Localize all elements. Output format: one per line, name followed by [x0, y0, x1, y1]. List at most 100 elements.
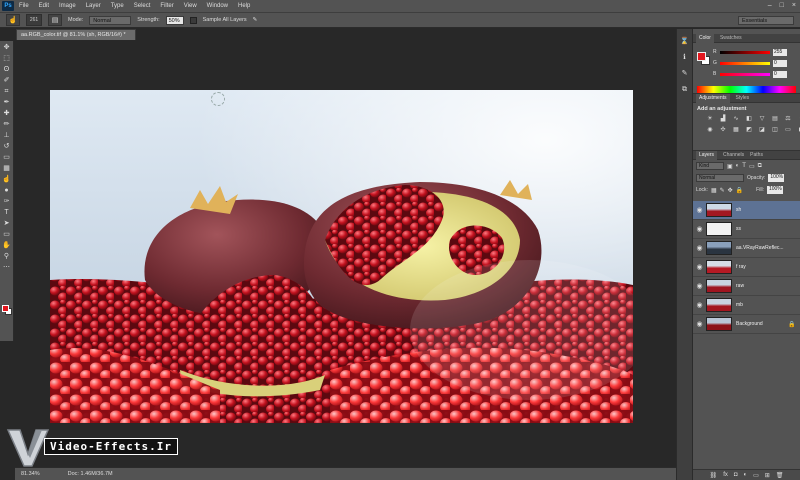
brush-panel-toggle-icon[interactable]: ▤ — [48, 14, 62, 26]
exposure-icon[interactable]: ◧ — [744, 115, 754, 124]
green-slider[interactable] — [720, 61, 770, 65]
visibility-eye-icon[interactable]: ◉ — [693, 282, 706, 290]
selective-color-icon[interactable]: ◼ — [796, 126, 800, 135]
tab-color[interactable]: Color — [696, 33, 714, 43]
opacity-input[interactable]: 100% — [768, 174, 785, 182]
workspace-select[interactable]: Essentials — [738, 16, 794, 25]
menu-edit[interactable]: Edit — [34, 0, 54, 12]
layer-row[interactable]: ◉ ss — [693, 220, 800, 239]
filter-smart-icon[interactable]: ⧉ — [758, 163, 762, 170]
curves-icon[interactable]: ∿ — [731, 115, 741, 124]
levels-icon[interactable]: ▟ — [718, 115, 728, 124]
lock-position-icon[interactable]: ✥ — [728, 187, 733, 194]
zoom-level[interactable]: 81.34% — [21, 471, 40, 477]
hue-saturation-icon[interactable]: ▤ — [770, 115, 780, 124]
smudge-icon[interactable]: ☝ — [6, 14, 20, 26]
tab-swatches[interactable]: Swatches — [720, 34, 742, 43]
history-panel-icon[interactable]: ⌛ — [679, 37, 690, 47]
color-balance-icon[interactable]: ⚖ — [783, 115, 793, 124]
visibility-eye-icon[interactable]: ◉ — [693, 225, 706, 233]
link-layers-icon[interactable]: ⛓ — [710, 472, 718, 479]
blue-value-input[interactable]: 0 — [773, 70, 787, 78]
red-slider[interactable] — [720, 50, 770, 54]
quick-select-tool-icon[interactable]: ✐ — [2, 76, 12, 86]
smudge-tool-icon[interactable]: ☝ — [2, 175, 12, 185]
color-spectrum-bar[interactable] — [697, 86, 796, 93]
hand-tool-icon[interactable]: ✋ — [2, 241, 12, 251]
brush-tool-icon[interactable]: ✏ — [2, 120, 12, 130]
add-mask-icon[interactable]: ◘ — [734, 472, 738, 478]
eyedropper-tool-icon[interactable]: ✒ — [2, 98, 12, 108]
tab-adjustments[interactable]: Adjustments — [696, 93, 730, 103]
posterize-icon[interactable]: ◪ — [757, 126, 767, 135]
brush-panel-icon[interactable]: ✎ — [679, 69, 690, 79]
menu-window[interactable]: Window — [202, 0, 233, 12]
pen-tool-icon[interactable]: ✑ — [2, 197, 12, 207]
color-lookup-icon[interactable]: ▦ — [731, 126, 741, 135]
black-white-icon[interactable]: ◑ — [796, 115, 800, 124]
blend-mode-select[interactable]: Normal — [696, 174, 744, 182]
filter-pixel-icon[interactable]: ▣ — [727, 163, 733, 170]
tab-channels[interactable]: Channels — [723, 151, 744, 160]
new-group-icon[interactable]: ▭ — [753, 472, 759, 479]
channel-mixer-icon[interactable]: ✣ — [718, 126, 728, 135]
brightness-contrast-icon[interactable]: ☀ — [705, 115, 715, 124]
filter-adjustment-icon[interactable]: ◐ — [736, 163, 740, 169]
document-tab[interactable]: aa.RGB_color.tif @ 81.1% (sh, RGB/16#) * — [16, 29, 136, 40]
visibility-eye-icon[interactable]: ◉ — [693, 206, 706, 214]
filter-type-icon[interactable]: T — [742, 163, 746, 169]
path-select-tool-icon[interactable]: ➤ — [2, 219, 12, 229]
fill-input[interactable]: 100% — [766, 186, 783, 194]
menu-type[interactable]: Type — [106, 0, 129, 12]
crop-tool-icon[interactable]: ⌗ — [2, 87, 12, 97]
menu-filter[interactable]: Filter — [155, 0, 178, 12]
eraser-tool-icon[interactable]: ▭ — [2, 153, 12, 163]
menu-layer[interactable]: Layer — [81, 0, 106, 12]
document-canvas[interactable] — [50, 90, 633, 423]
tab-styles[interactable]: Styles — [736, 94, 750, 103]
type-tool-icon[interactable]: T — [2, 208, 12, 218]
lock-pixels-icon[interactable]: ✎ — [720, 187, 725, 194]
blue-slider[interactable] — [720, 72, 770, 76]
strength-input[interactable]: 50% — [165, 15, 184, 25]
dodge-tool-icon[interactable]: ● — [2, 186, 12, 196]
photo-filter-icon[interactable]: ◉ — [705, 126, 715, 135]
new-adjustment-layer-icon[interactable]: ◐ — [743, 472, 747, 478]
menu-image[interactable]: Image — [54, 0, 81, 12]
lock-all-icon[interactable]: 🔒 — [736, 187, 743, 194]
layer-row[interactable]: ◉ raw — [693, 277, 800, 296]
menu-file[interactable]: File — [14, 0, 34, 12]
finger-painting-icon[interactable]: ✎ — [253, 17, 258, 23]
threshold-icon[interactable]: ◫ — [770, 126, 780, 135]
delete-layer-icon[interactable]: 🗑 — [776, 472, 784, 479]
green-value-input[interactable]: 0 — [773, 59, 787, 67]
shape-tool-icon[interactable]: ▭ — [2, 230, 12, 240]
menu-help[interactable]: Help — [233, 0, 255, 12]
visibility-eye-icon[interactable]: ◉ — [693, 320, 706, 328]
layer-row[interactable]: ◉ mb — [693, 296, 800, 315]
layer-row[interactable]: ◉ aa.VRayRawReflec... — [693, 239, 800, 258]
lock-transparent-icon[interactable]: ▦ — [711, 187, 717, 194]
marquee-tool-icon[interactable]: ⬚ — [2, 54, 12, 64]
layer-style-icon[interactable]: fx — [723, 472, 728, 478]
clone-source-panel-icon[interactable]: ⧉ — [679, 85, 690, 95]
vibrance-icon[interactable]: ▽ — [757, 115, 767, 124]
color-panel-foreground-swatch[interactable] — [697, 52, 706, 61]
layer-row[interactable]: ◉ Background 🔒 — [693, 315, 800, 334]
filter-shape-icon[interactable]: ▭ — [749, 163, 755, 170]
menu-view[interactable]: View — [179, 0, 202, 12]
clone-stamp-tool-icon[interactable]: ⊥ — [2, 131, 12, 141]
red-value-input[interactable]: 255 — [773, 48, 787, 56]
zoom-tool-icon[interactable]: ⚲ — [2, 252, 12, 262]
healing-tool-icon[interactable]: ✚ — [2, 109, 12, 119]
tab-layers[interactable]: Layers — [696, 150, 718, 160]
tab-paths[interactable]: Paths — [750, 151, 763, 160]
gradient-tool-icon[interactable]: ▦ — [2, 164, 12, 174]
brush-size-picker[interactable]: 261 — [26, 14, 42, 26]
visibility-eye-icon[interactable]: ◉ — [693, 263, 706, 271]
more-tools-icon[interactable]: ⋯ — [2, 263, 12, 273]
visibility-eye-icon[interactable]: ◉ — [693, 244, 706, 252]
sample-all-layers-checkbox[interactable] — [189, 16, 197, 24]
close-button[interactable]: × — [792, 0, 796, 12]
new-layer-icon[interactable]: ⊞ — [765, 472, 770, 479]
